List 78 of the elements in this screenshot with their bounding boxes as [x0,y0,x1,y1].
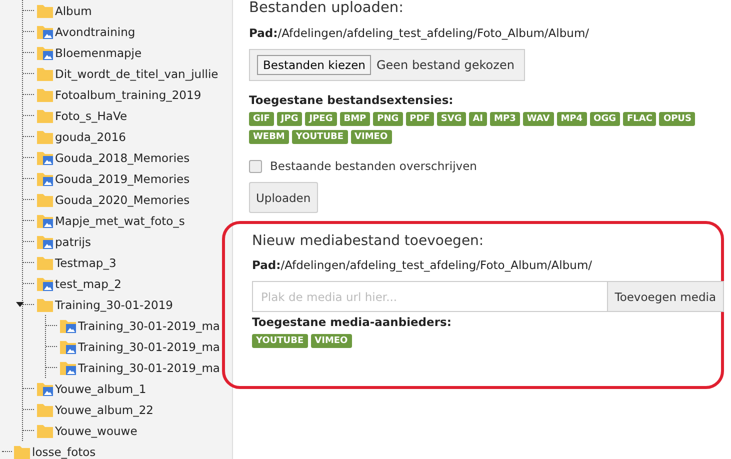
folder-icon [37,192,53,206]
extension-tag: JPG [276,112,302,126]
checkbox-label: Bestaande bestanden overschrijven [270,159,477,173]
folder-name[interactable]: Youwe_album_1 [55,382,146,396]
provider-tag: YOUTUBE [252,334,308,348]
file-status: Geen bestand gekozen [376,58,514,72]
folder-name[interactable]: Gouda_2019_Memories [55,172,190,186]
caret-icon[interactable] [16,302,24,307]
folder-name[interactable]: Dit_wordt_de_titel_van_jullie [55,66,218,80]
photo-folder-icon [37,234,53,248]
path-text: Pad:/Afdelingen/afdeling_test_afdeling/Foto_Album/Album/ [249,26,590,40]
folder-icon [37,424,53,438]
folder-name[interactable]: Training_30-01-2019_ma [78,318,220,332]
extension-tag: MP3 [490,112,520,126]
extension-tag: PDF [406,112,434,126]
extension-tag: WEBM [249,130,289,144]
providers-label: Toegestane media-aanbieders: [252,315,452,329]
folder-name[interactable]: Testmap_3 [55,256,116,270]
folder-icon [37,4,53,18]
checkbox[interactable] [249,160,262,172]
folder-name[interactable]: Youwe_wouwe [55,424,138,438]
photo-folder-icon [37,172,53,186]
extension-tag: YOUTUBE [292,130,348,144]
photo-folder-icon [37,150,53,164]
folder-name[interactable]: Fotoalbum_training_2019 [55,88,202,102]
folder-icon [37,88,53,102]
provider-tag: VIMEO [310,334,352,348]
photo-folder-icon [60,360,76,374]
extension-tag: GIF [249,112,274,126]
folder-icon [37,402,53,416]
extension-tag: PNG [373,112,403,126]
photo-folder-icon [60,340,76,354]
folder-icon [37,256,53,270]
folder-name[interactable]: Training_30-01-2019_ma [78,340,220,354]
extension-tag: BMP [340,112,370,126]
extension-tag: JPEG [305,112,337,126]
upload-button[interactable]: Uploaden [249,182,318,213]
extension-tag: AI [468,112,488,126]
extension-tag: SVG [436,112,466,126]
folder-icon [37,130,53,144]
section-title: Nieuw mediabestand toevoegen: [252,233,485,251]
folder-name[interactable]: Gouda_2018_Memories [55,150,190,164]
photo-folder-icon [37,46,53,60]
section-title: Bestanden uploaden: [249,0,404,18]
photo-folder-icon [37,24,53,38]
url-input-field[interactable]: Plak de media url hier... [252,281,608,312]
extension-tag: FLAC [622,112,656,126]
extension-tag: MP4 [556,112,587,126]
folder-name[interactable]: Youwe_album_22 [55,402,154,416]
folder-name[interactable]: Album [55,4,92,18]
extensions-label: Toegestane bestandsextensies: [249,93,454,107]
photo-folder-icon [60,318,76,332]
folder-icon [14,444,30,458]
path-text: Pad:/Afdelingen/afdeling_test_afdeling/Foto_Album/Album/ [252,258,594,272]
folder-icon [37,66,53,80]
extension-tag: OPUS [659,112,696,126]
add-media-button[interactable]: Toevoegen media [608,281,724,312]
folder-name[interactable]: test_map_2 [55,276,122,290]
extension-tag: OGG [590,112,620,126]
folder-name[interactable]: Foto_s_HaVe [55,108,128,122]
folder-name[interactable]: Training_30-01-2019 [55,298,173,312]
folder-name[interactable]: Training_30-01-2019_ma [78,360,220,374]
folder-icon [37,298,53,312]
folder-name[interactable]: Avondtraining [55,24,136,38]
folder-name[interactable]: Bloemenmapje [55,46,142,60]
extension-tag: WAV [522,112,554,126]
photo-folder-icon [37,382,53,396]
folder-name[interactable]: losse_fotos [32,444,96,458]
folder-name[interactable]: Gouda_2020_Memories [55,192,190,206]
folder-icon [37,108,53,122]
choose-files-button[interactable]: Bestanden kiezen [257,55,372,75]
photo-folder-icon [37,276,53,290]
extension-tag: VIMEO [350,130,392,144]
file-input[interactable]: Bestanden kiezen Geen bestand gekozen [249,49,526,81]
folder-name[interactable]: gouda_2016 [55,130,126,144]
photo-folder-icon [37,214,53,228]
folder-name[interactable]: Mapje_met_wat_foto_s [55,214,185,228]
folder-name[interactable]: patrijs [55,234,91,248]
